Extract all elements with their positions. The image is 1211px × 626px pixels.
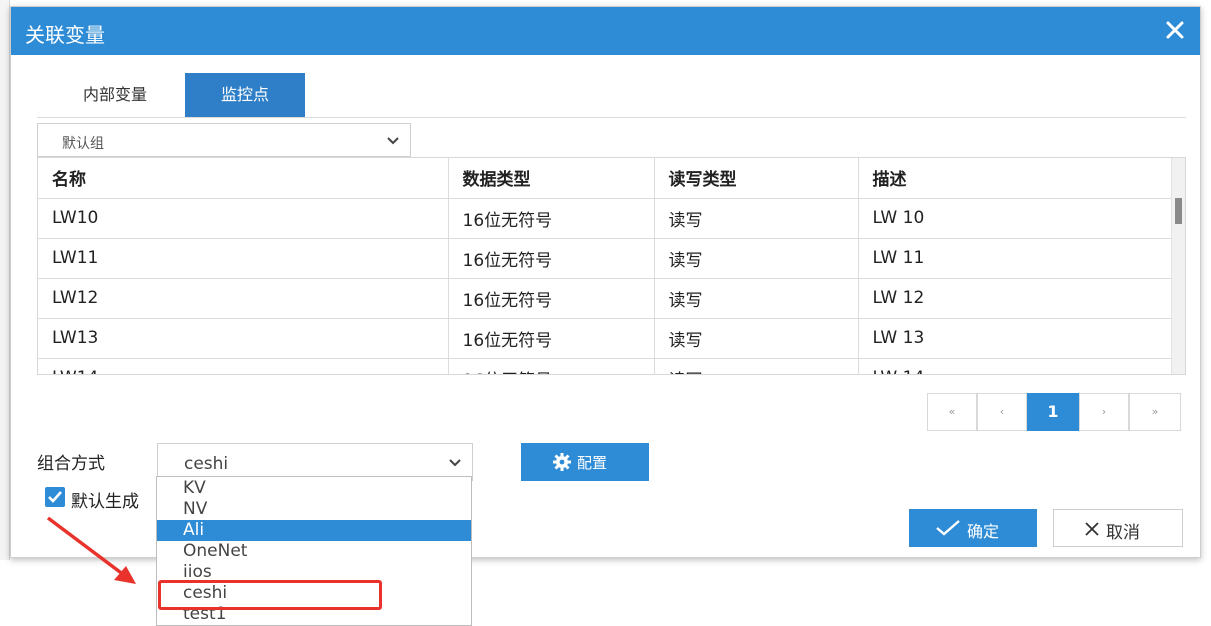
table-scrollbar[interactable]	[1171, 158, 1185, 374]
table-row[interactable]: LW12 16位无符号 读写 LW 12	[38, 278, 1174, 319]
table-header-row: 名称 数据类型 读写类型 描述	[38, 158, 1174, 199]
config-button-label: 配置	[577, 454, 608, 472]
cell-data-type: 16位无符号	[448, 358, 655, 374]
cancel-button-label: 取消	[1106, 523, 1140, 543]
page-next-button[interactable]: ›	[1079, 393, 1129, 431]
screen: 关联变量 内部变量 监控点 默认组 名称 数据类型 读写类型 描述 LW10 1…	[0, 0, 1211, 626]
dropdown-option-nv[interactable]: NV	[157, 499, 471, 520]
cell-description: LW 11	[858, 238, 1174, 279]
dialog-titlebar: 关联变量	[11, 7, 1200, 55]
page-prev-button[interactable]: ‹	[977, 393, 1027, 431]
cell-description: LW 13	[858, 318, 1174, 359]
column-header-description[interactable]: 描述	[858, 158, 1174, 199]
cell-data-type: 16位无符号	[448, 198, 655, 239]
close-icon[interactable]	[1160, 15, 1190, 45]
table-row[interactable]: LW10 16位无符号 读写 LW 10	[38, 198, 1174, 239]
ok-button[interactable]: 确定	[909, 509, 1037, 547]
cell-name: LW11	[38, 238, 449, 279]
ok-button-label: 确定	[967, 522, 1000, 541]
page-last-button[interactable]: »	[1129, 393, 1181, 431]
cell-name: LW14	[38, 358, 449, 374]
table-row[interactable]: LW11 16位无符号 读写 LW 11	[38, 238, 1174, 279]
gear-icon	[553, 453, 571, 471]
check-icon	[48, 491, 62, 503]
chevron-down-icon	[387, 137, 399, 145]
cell-name: LW10	[38, 198, 449, 239]
background-page	[0, 0, 10, 560]
column-header-rw-type[interactable]: 读写类型	[654, 158, 859, 199]
tab-divider	[37, 117, 1186, 118]
default-generate-checkbox[interactable]	[45, 487, 65, 507]
dropdown-option-ali[interactable]: Ali	[157, 520, 471, 541]
tab-internal-variables[interactable]: 内部变量	[55, 73, 175, 117]
combo-mode-value: ceshi	[184, 454, 229, 474]
cell-rw-type: 读写	[654, 358, 859, 374]
chevron-down-icon	[449, 459, 461, 467]
dialog-title: 关联变量	[25, 23, 105, 47]
config-button[interactable]: 配置	[521, 443, 649, 481]
check-icon	[936, 520, 960, 536]
cell-rw-type: 读写	[654, 278, 859, 319]
annotation-arrow-icon	[46, 516, 136, 584]
dropdown-option-onenet[interactable]: OneNet	[157, 541, 471, 562]
cell-description: LW 14	[858, 358, 1174, 374]
variables-table: 名称 数据类型 读写类型 描述 LW10 16位无符号 读写 LW 10 LW1…	[37, 157, 1186, 375]
combo-mode-label: 组合方式	[37, 454, 105, 474]
cancel-button[interactable]: 取消	[1053, 509, 1183, 547]
default-generate-label: 默认生成	[71, 492, 139, 512]
cell-name: LW13	[38, 318, 449, 359]
page-current-button[interactable]: 1	[1027, 393, 1079, 431]
table-row[interactable]: LW13 16位无符号 读写 LW 13	[38, 318, 1174, 359]
column-header-name[interactable]: 名称	[38, 158, 449, 199]
cell-rw-type: 读写	[654, 198, 859, 239]
group-select[interactable]: 默认组	[37, 123, 411, 157]
table-row[interactable]: LW14 16位无符号 读写 LW 14	[38, 358, 1174, 374]
cell-description: LW 10	[858, 198, 1174, 239]
group-select-value: 默认组	[62, 136, 104, 152]
scrollbar-thumb[interactable]	[1175, 198, 1182, 224]
tab-monitor-points[interactable]: 监控点	[185, 73, 305, 117]
cell-data-type: 16位无符号	[448, 278, 655, 319]
cell-data-type: 16位无符号	[448, 238, 655, 279]
cell-name: LW12	[38, 278, 449, 319]
page-first-button[interactable]: «	[927, 393, 977, 431]
annotation-highlight-box	[158, 580, 382, 610]
cell-rw-type: 读写	[654, 318, 859, 359]
column-header-data-type[interactable]: 数据类型	[448, 158, 655, 199]
cell-rw-type: 读写	[654, 238, 859, 279]
cell-description: LW 12	[858, 278, 1174, 319]
dropdown-option-kv[interactable]: KV	[157, 478, 471, 499]
cell-data-type: 16位无符号	[448, 318, 655, 359]
x-icon	[1085, 522, 1099, 536]
